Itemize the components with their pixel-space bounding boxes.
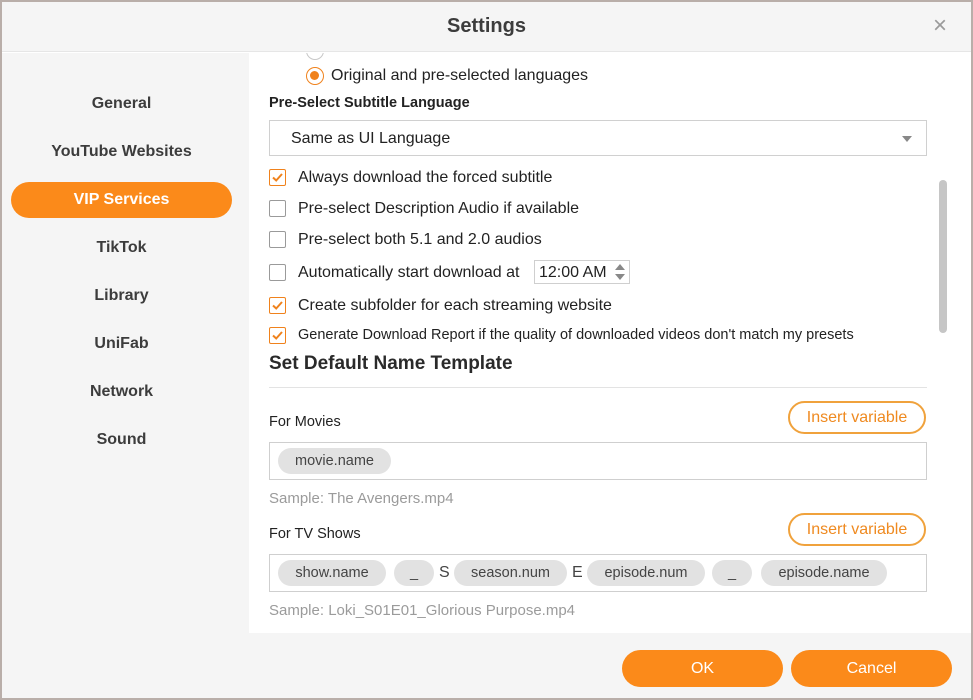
ok-button[interactable]: OK [622,650,783,687]
settings-dialog: Settings × General YouTube Websites VIP … [0,0,973,700]
checkmark-icon [272,173,283,182]
name-template-heading: Set Default Name Template [269,353,513,374]
radio-original-preselected[interactable] [306,67,324,85]
subfolder-label: Create subfolder for each streaming webs… [298,297,612,314]
subtitle-language-heading: Pre-Select Subtitle Language [269,95,470,111]
settings-sidebar: General YouTube Websites VIP Services Ti… [2,53,249,633]
sidebar-item-general[interactable]: General [11,86,232,122]
sidebar-item-network[interactable]: Network [11,374,232,410]
dialog-title: Settings [447,15,526,37]
tv-template-input[interactable]: show.name _ S season.num E episode.num _… [269,554,927,592]
forced-subtitle-label: Always download the forced subtitle [298,169,553,186]
description-audio-label: Pre-select Description Audio if availabl… [298,200,580,217]
literal-s: S [439,564,450,581]
token-show-name[interactable]: show.name [278,560,386,586]
movies-sample: Sample: The Avengers.mp4 [269,490,454,507]
movies-insert-variable-button[interactable]: Insert variable [788,401,926,434]
dialog-footer: OK Cancel [2,633,971,698]
token-episode-name[interactable]: episode.name [761,560,887,586]
scrollbar[interactable] [939,180,947,333]
tv-insert-variable-button[interactable]: Insert variable [788,513,926,546]
auto-start-checkbox[interactable] [269,264,286,281]
auto-start-time-value: 12:00 AM [539,264,607,281]
token-episode-num[interactable]: episode.num [587,560,705,586]
description-audio-checkbox[interactable] [269,200,286,217]
movies-template-input[interactable]: movie.name [269,442,927,480]
sidebar-item-youtube-websites[interactable]: YouTube Websites [11,134,232,170]
checkmark-icon [272,301,283,310]
cancel-button[interactable]: Cancel [791,650,952,687]
token-movie-name[interactable]: movie.name [278,448,391,474]
vip-services-panel: Original and pre-selected languages Pre-… [249,53,971,633]
radio-previous-option[interactable] [306,53,324,60]
spin-up-icon[interactable] [615,264,625,270]
sidebar-item-tiktok[interactable]: TikTok [11,230,232,266]
title-bar: Settings × [2,2,971,52]
literal-e: E [572,564,583,581]
sidebar-item-sound[interactable]: Sound [11,422,232,458]
close-icon[interactable]: × [929,14,951,38]
radio-original-preselected-label: Original and pre-selected languages [331,67,589,84]
checkmark-icon [272,331,283,340]
auto-start-time-input[interactable]: 12:00 AM [534,260,630,284]
sidebar-item-vip-services[interactable]: VIP Services [11,182,232,218]
token-underscore[interactable]: _ [712,560,752,586]
both-audios-checkbox[interactable] [269,231,286,248]
token-underscore[interactable]: _ [394,560,434,586]
forced-subtitle-checkbox[interactable] [269,169,286,186]
sidebar-item-unifab[interactable]: UniFab [11,326,232,362]
section-divider [269,387,927,388]
tv-sample: Sample: Loki_S01E01_Glorious Purpose.mp4 [269,602,576,619]
subtitle-language-dropdown[interactable]: Same as UI Language [269,120,927,156]
download-report-checkbox[interactable] [269,327,286,344]
sidebar-item-library[interactable]: Library [11,278,232,314]
both-audios-label: Pre-select both 5.1 and 2.0 audios [298,231,542,248]
download-report-label: Generate Download Report if the quality … [298,327,854,343]
chevron-down-icon [902,136,912,142]
subfolder-checkbox[interactable] [269,297,286,314]
movies-label: For Movies [269,414,341,430]
token-season-num[interactable]: season.num [454,560,567,586]
tv-shows-label: For TV Shows [269,526,361,542]
spin-down-icon[interactable] [615,274,625,280]
auto-start-label: Automatically start download at [298,264,520,281]
subtitle-language-value: Same as UI Language [291,130,451,147]
